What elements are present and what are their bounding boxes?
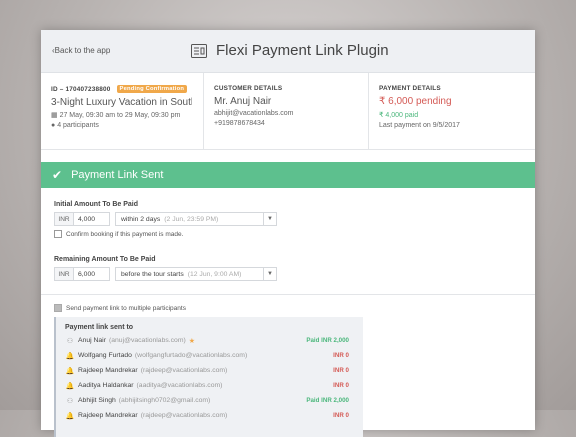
customer-email: abhijit@vacationlabs.com bbox=[214, 110, 294, 117]
status-badge: Pending Confirmation bbox=[116, 85, 188, 93]
participant-name: Wolfgang Furtado bbox=[78, 352, 132, 359]
participant-name: Rajdeep Mandrekar bbox=[78, 367, 138, 374]
initial-due-value: within 2 days bbox=[121, 215, 161, 223]
participant-amount: INR 0 bbox=[333, 367, 349, 374]
customer-name: Mr. Anuj Nair bbox=[214, 96, 272, 107]
booking-details: ID – 170407238800 Pending Confirmation 3-… bbox=[41, 73, 535, 150]
back-link-label: Back to the app bbox=[54, 46, 111, 55]
payment-form: Initial Amount To Be Paid INR 4,000 with… bbox=[41, 188, 535, 281]
booking-dates-row: ▦ 27 May, 09:30 am to 29 May, 09:30 pm bbox=[51, 111, 192, 119]
participants-row: ● 4 participants bbox=[51, 122, 192, 129]
participant-email: (abhijitsingh0702@gmail.com) bbox=[118, 397, 211, 404]
panel-title: Payment link sent to bbox=[65, 324, 134, 331]
participant-email: (anuj@vacationlabs.com) bbox=[108, 337, 186, 344]
chevron-down-icon: ▼ bbox=[263, 268, 276, 280]
star-icon: ★ bbox=[188, 337, 196, 345]
pending-amount: ₹ 6,000 pending bbox=[379, 96, 452, 107]
booking-title[interactable]: 3-Night Luxury Vacation in South... bbox=[51, 97, 192, 108]
initial-amount-label: Initial Amount To Be Paid bbox=[54, 201, 138, 208]
participant-name: Rajdeep Mandrekar bbox=[78, 412, 138, 419]
participant-amount: Paid INR 2,000 bbox=[306, 397, 349, 404]
participant-email: (rajdeep@vacationlabs.com) bbox=[140, 412, 228, 419]
document-icon bbox=[191, 43, 207, 58]
remaining-amount-input[interactable]: 6,000 bbox=[73, 267, 110, 281]
sent-to-panel: Payment link sent to ⚇ Anuj Nair (anuj@vac… bbox=[54, 317, 363, 437]
plugin-window: ‹Back to the app Flexi Payment Link Plug… bbox=[41, 30, 535, 437]
participant-name: Anuj Nair bbox=[78, 337, 106, 344]
initial-amount-row: INR 4,000 within 2 days (2 Jun, 23:59 PM… bbox=[54, 212, 535, 226]
customer-column: CUSTOMER DETAILS Mr. Anuj Nair abhijit@v… bbox=[204, 73, 369, 149]
participant-row[interactable]: 🔔 Rajdeep Mandrekar (rajdeep@vacationlabs.… bbox=[65, 408, 363, 423]
multi-participant-checkbox[interactable]: Send payment link to multiple participan… bbox=[54, 304, 535, 312]
bell-icon: 🔔 bbox=[65, 382, 75, 390]
remaining-due-select[interactable]: before the tour starts (12 Jun, 9:00 AM)… bbox=[115, 267, 277, 281]
booking-column: ID – 170407238800 Pending Confirmation 3-… bbox=[41, 73, 204, 149]
initial-due-hint: (2 Jun, 23:59 PM) bbox=[164, 215, 219, 223]
paid-amount: ₹ 4,000 paid bbox=[379, 112, 419, 119]
participant-email: (aaditya@vacationlabs.com) bbox=[136, 382, 223, 389]
payment-label: PAYMENT DETAILS bbox=[379, 85, 441, 92]
booking-dates: 27 May, 09:30 am to 29 May, 09:30 pm bbox=[59, 112, 181, 119]
calendar-icon: ▦ bbox=[51, 112, 58, 119]
checkbox-box[interactable] bbox=[54, 304, 62, 312]
initial-currency: INR bbox=[54, 212, 73, 226]
participant-amount: INR 0 bbox=[333, 352, 349, 359]
participant-row[interactable]: ⚇ Anuj Nair (anuj@vacationlabs.com) ★ Paid I… bbox=[65, 333, 363, 348]
title-group: Flexi Payment Link Plugin bbox=[191, 42, 389, 59]
booking-id: ID – 170407238800 bbox=[51, 86, 111, 93]
last-payment: Last payment on 9/5/2017 bbox=[379, 122, 460, 129]
user-icon: ⚇ bbox=[66, 337, 74, 345]
remaining-currency: INR bbox=[54, 267, 73, 281]
customer-label: CUSTOMER DETAILS bbox=[214, 85, 283, 92]
confirm-booking-label: Confirm booking if this payment is made. bbox=[66, 230, 184, 238]
multi-participant-section: Send payment link to multiple participan… bbox=[41, 295, 535, 437]
bell-icon: 🔔 bbox=[65, 412, 75, 420]
remaining-due-hint: (12 Jun, 9:00 AM) bbox=[187, 270, 242, 278]
participant-row[interactable]: ⚇ Abhijit Singh (abhijitsingh0702@gmail.co… bbox=[65, 393, 363, 408]
confirm-booking-checkbox[interactable]: Confirm booking if this payment is made. bbox=[54, 230, 535, 238]
participant-amount: INR 0 bbox=[333, 382, 349, 389]
user-icon: ● bbox=[51, 122, 56, 129]
back-link[interactable]: ‹Back to the app bbox=[52, 46, 110, 55]
participant-amount: Paid INR 2,000 bbox=[306, 337, 349, 344]
success-banner: ✔ Payment Link Sent bbox=[41, 162, 535, 188]
participants-count: 4 participants bbox=[57, 122, 99, 129]
participant-row[interactable]: 🔔 Aaditya Haldankar (aaditya@vacationlabs.… bbox=[65, 378, 363, 393]
remaining-amount-label: Remaining Amount To Be Paid bbox=[54, 256, 156, 263]
checkmark-icon: ✔ bbox=[52, 168, 63, 182]
chevron-down-icon: ▼ bbox=[263, 213, 276, 225]
payment-column: PAYMENT DETAILS ₹ 6,000 pending ₹ 4,000 … bbox=[369, 73, 535, 149]
initial-due-select[interactable]: within 2 days (2 Jun, 23:59 PM) ▼ bbox=[115, 212, 277, 226]
remaining-amount-row: INR 6,000 before the tour starts (12 Jun… bbox=[54, 267, 535, 281]
participant-name: Abhijit Singh bbox=[78, 397, 116, 404]
customer-phone: +919878678434 bbox=[214, 120, 265, 127]
top-bar: ‹Back to the app Flexi Payment Link Plug… bbox=[41, 30, 535, 73]
multi-participant-label: Send payment link to multiple participan… bbox=[66, 304, 186, 312]
user-icon: ⚇ bbox=[66, 397, 74, 405]
participant-row[interactable]: 🔔 Wolfgang Furtado (wolfgangfurtado@vacati… bbox=[65, 348, 363, 363]
bell-icon: 🔔 bbox=[65, 367, 75, 375]
banner-text: Payment Link Sent bbox=[71, 169, 164, 181]
bell-icon: 🔔 bbox=[65, 352, 75, 360]
page-title: Flexi Payment Link Plugin bbox=[216, 42, 389, 59]
participant-email: (wolfgangfurtado@vacationlabs.com) bbox=[134, 352, 248, 359]
participant-name: Aaditya Haldankar bbox=[78, 382, 134, 389]
participant-row[interactable]: 🔔 Rajdeep Mandrekar (rajdeep@vacationlabs.… bbox=[65, 363, 363, 378]
initial-amount-input[interactable]: 4,000 bbox=[73, 212, 110, 226]
participant-email: (rajdeep@vacationlabs.com) bbox=[140, 367, 228, 374]
remaining-due-value: before the tour starts bbox=[121, 270, 184, 278]
checkbox-box[interactable] bbox=[54, 230, 62, 238]
participant-amount: INR 0 bbox=[333, 412, 349, 419]
booking-id-row: ID – 170407238800 Pending Confirmation bbox=[51, 85, 192, 93]
